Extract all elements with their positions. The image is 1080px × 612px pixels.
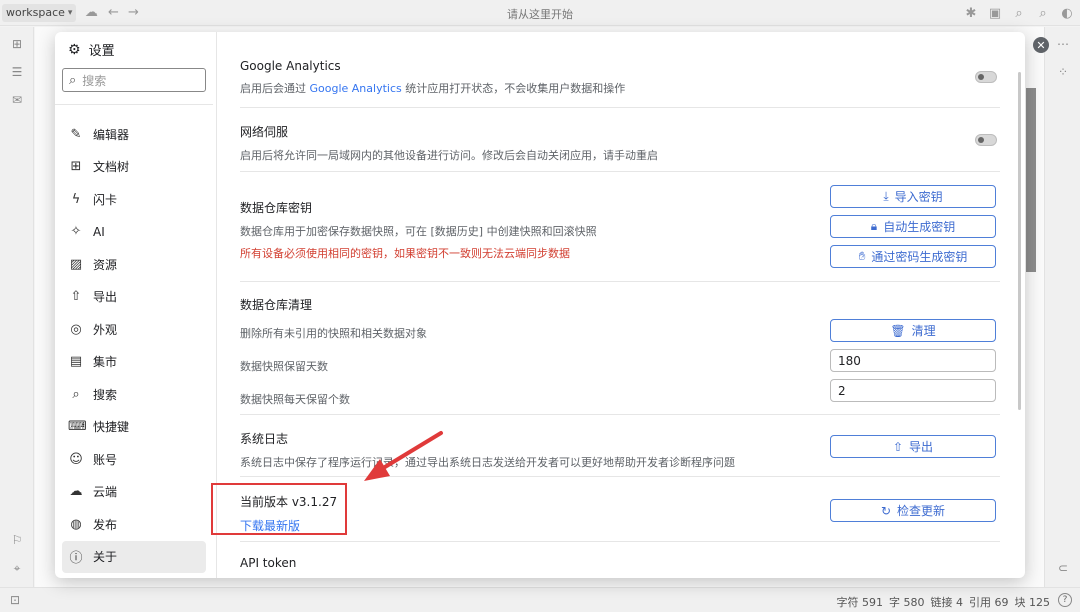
annotation-arrow-icon: [364, 431, 443, 481]
arrow-head: [364, 459, 390, 481]
arrow-shaft: [378, 431, 443, 472]
